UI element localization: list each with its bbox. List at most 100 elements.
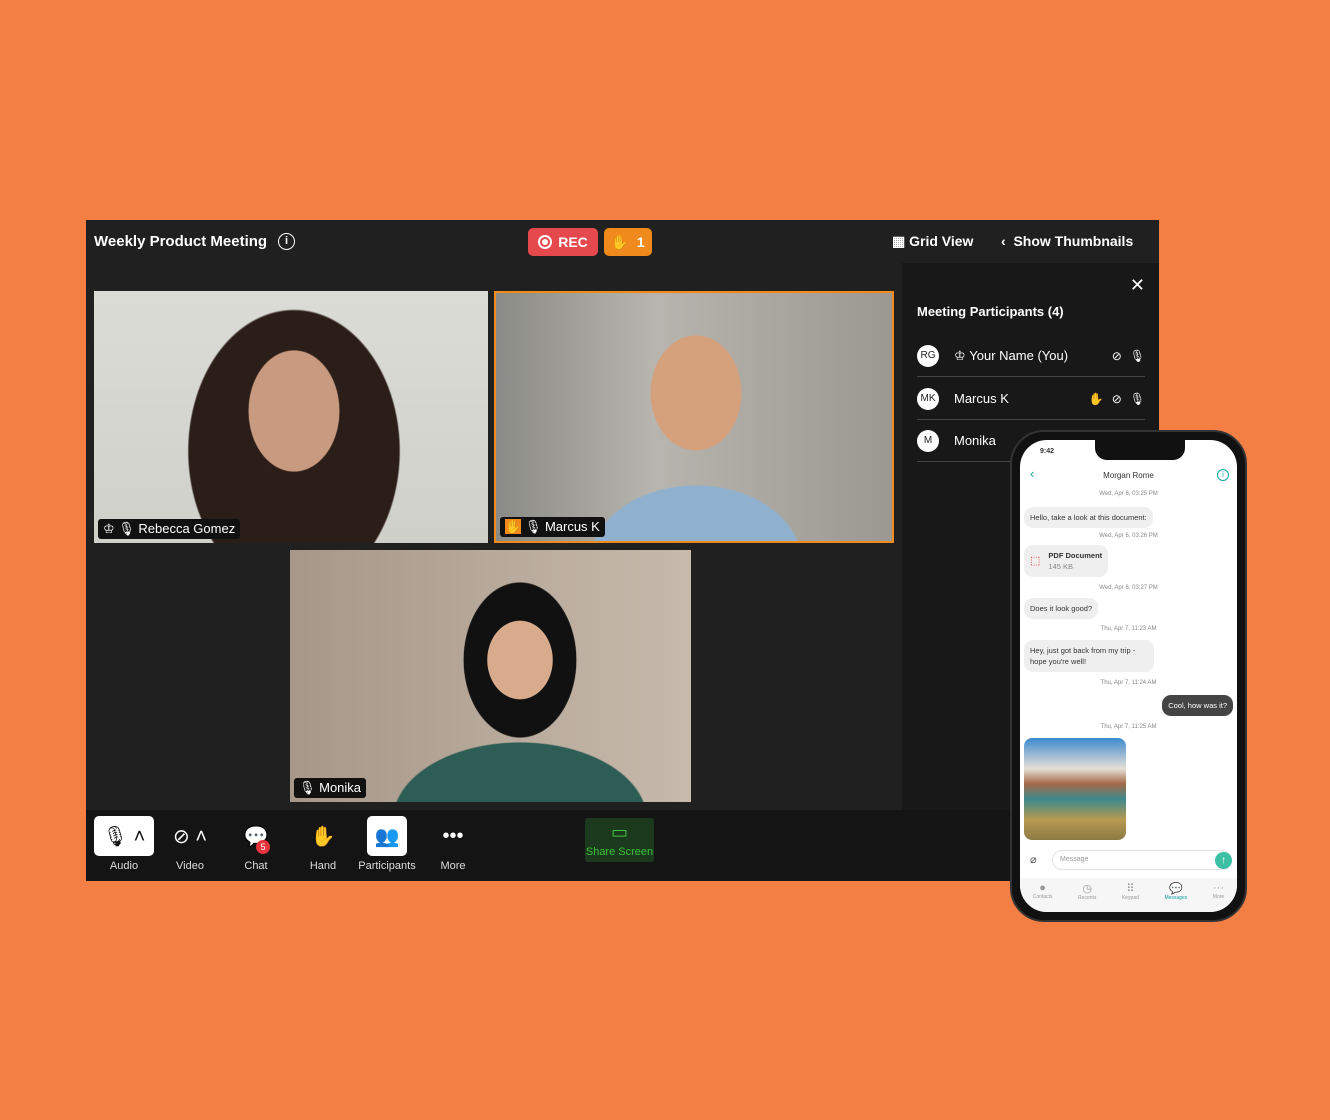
tab-more[interactable]: ··· More: [1213, 882, 1224, 912]
message-placeholder: Message: [1060, 856, 1089, 863]
grid-view-button[interactable]: ▦ Grid View: [892, 233, 973, 250]
chat-button[interactable]: 💬 5 Chat: [236, 816, 276, 872]
participant-row[interactable]: MK Marcus K ✋ ⊘ 🎙: [917, 378, 1145, 420]
tab-label: Recents: [1078, 895, 1097, 901]
panel-title: Meeting Participants (4): [917, 304, 1064, 319]
participant-name: Your Name (You): [969, 348, 1069, 363]
video-button[interactable]: ⊘ ˄ Video: [162, 816, 218, 873]
avatar: RG: [917, 344, 939, 367]
chat-badge: 5: [256, 840, 270, 854]
phone-screen: 9:42 ‹ Morgan Rome i Wed, Apr 6, 03:25 P…: [1020, 440, 1237, 912]
show-thumbnails-button[interactable]: ‹ Show Thumbnails: [1001, 233, 1133, 249]
video-tile-monika[interactable]: 🎙 Monika: [290, 550, 691, 802]
close-icon[interactable]: ✕: [1130, 275, 1145, 296]
more-icon: •••: [442, 824, 464, 847]
file-size: 145 KB: [1048, 562, 1074, 571]
pdf-icon: ⬚: [1030, 554, 1041, 567]
tab-recents[interactable]: ◷ Recents: [1078, 882, 1096, 912]
share-label: Share Screen: [585, 846, 654, 858]
tab-label: Contacts: [1032, 894, 1053, 900]
video-off-icon: ⊘: [1111, 391, 1122, 406]
tile-label: ♔ 🎙 Rebecca Gomez: [98, 519, 241, 539]
contact-name: Morgan Rome: [1103, 471, 1154, 480]
tab-label: More: [1212, 894, 1225, 900]
tile-name: Rebecca Gomez: [138, 521, 236, 536]
show-thumbnails-label: Show Thumbnails: [1013, 233, 1134, 249]
attach-icon[interactable]: ⌀: [1030, 853, 1037, 866]
video-label: Video: [176, 860, 204, 872]
file-attachment[interactable]: ⬚ PDF Document 145 KB: [1024, 545, 1109, 577]
hand-icon: ✋: [611, 233, 629, 250]
send-icon[interactable]: ↑: [1215, 852, 1232, 869]
phone-notch: [1095, 440, 1185, 460]
messages-icon: 💬: [1169, 883, 1183, 895]
participants-icon: 👥: [367, 816, 407, 856]
golden-gate-photo[interactable]: [1024, 738, 1126, 840]
participant-name: Marcus K: [954, 391, 1009, 406]
contacts-icon: ●: [1039, 882, 1046, 894]
chat-label: Chat: [244, 860, 268, 872]
phone-tab-bar: ● Contacts ◷ Recents ⠿ Keypad 💬 Messages ···…: [1020, 878, 1237, 912]
meeting-header: Weekly Product Meeting i REC ✋ 1 ▦ Grid V…: [86, 220, 1159, 263]
microphone-icon: 🎙 ˄: [94, 816, 154, 856]
mic-off-icon: 🎙: [524, 519, 545, 534]
message-bubble: Hello, take a look at this document:: [1024, 507, 1153, 528]
tile-label: 🎙 Monika: [294, 778, 367, 798]
raised-count: 1: [636, 234, 645, 250]
meeting-toolbar: 🎙 ˄ Audio ⊘ ˄ Video 💬 5 Chat ✋ Hand 👥 Particip…: [86, 810, 1159, 881]
more-icon: ···: [1213, 882, 1224, 894]
timestamp: Thu, Apr 7, 11:24 AM: [1100, 680, 1157, 686]
crown-icon: ♔: [954, 347, 970, 363]
participant-name: Monika: [954, 433, 996, 448]
participants-label: Participants: [358, 860, 416, 872]
message-bubble: Hey, just got back from my trip - hope y…: [1024, 640, 1154, 672]
mic-off-icon: 🎙: [1129, 391, 1145, 406]
info-icon[interactable]: i: [1217, 469, 1229, 481]
timestamp: Wed, Apr 6, 03:26 PM: [1099, 533, 1158, 539]
participant-row[interactable]: RG ♔ Your Name (You) ⊘ 🎙: [917, 335, 1145, 377]
hand-icon: ✋: [505, 519, 522, 534]
timestamp: Wed, Apr 6, 03:27 PM: [1099, 585, 1158, 591]
share-screen-button[interactable]: ▭ Share Screen: [585, 818, 654, 862]
chevron-left-icon: ‹: [1001, 233, 1014, 249]
video-tile-rebecca[interactable]: ♔ 🎙 Rebecca Gomez: [94, 291, 488, 543]
tab-keypad[interactable]: ⠿ Keypad: [1122, 882, 1139, 912]
audio-button[interactable]: 🎙 ˄ Audio: [94, 816, 154, 872]
more-button[interactable]: ••• More: [436, 816, 470, 873]
timestamp: Wed, Apr 6, 03:25 PM: [1099, 491, 1158, 497]
avatar: M: [917, 429, 939, 452]
tab-label: Messages: [1164, 895, 1188, 901]
tab-messages[interactable]: 💬 Messages: [1164, 882, 1187, 912]
clock-icon: ◷: [1082, 883, 1093, 895]
message-input[interactable]: Message: [1052, 850, 1232, 870]
tab-contacts[interactable]: ● Contacts: [1033, 882, 1053, 912]
message-bubble-sent: Cool, how was it?: [1162, 695, 1233, 716]
hand-icon: ✋: [1088, 391, 1104, 406]
timestamp: Thu, Apr 7, 11:23 AM: [1100, 626, 1157, 632]
monitor-icon: ▭: [610, 822, 628, 842]
audio-label: Audio: [109, 860, 139, 872]
video-off-icon: ⊘: [1111, 348, 1122, 363]
raised-hands-badge[interactable]: ✋ 1: [604, 228, 652, 256]
hand-button[interactable]: ✋ Hand: [302, 816, 344, 873]
timestamp: Thu, Apr 7, 11:25 AM: [1100, 724, 1157, 730]
video-tile-marcus[interactable]: ✋ 🎙 Marcus K: [494, 291, 894, 543]
crown-icon: ♔ 🎙: [103, 521, 139, 536]
file-name: PDF Document: [1048, 551, 1103, 560]
participants-button[interactable]: 👥 Participants: [356, 816, 418, 872]
tile-name: Monika: [319, 780, 362, 795]
record-icon: [538, 235, 553, 249]
hand-label: Hand: [309, 860, 337, 872]
status-time: 9:42: [1040, 448, 1055, 455]
mic-off-icon: 🎙: [299, 780, 320, 795]
grid-view-label: Grid View: [909, 233, 974, 249]
video-off-icon: ⊘ ˄: [173, 825, 207, 848]
recording-badge[interactable]: REC: [528, 228, 598, 256]
more-label: More: [440, 860, 466, 872]
meeting-window: Weekly Product Meeting i REC ✋ 1 ▦ Grid V…: [86, 220, 1159, 881]
phone-mockup: 9:42 ‹ Morgan Rome i Wed, Apr 6, 03:25 P…: [1010, 430, 1247, 922]
info-icon[interactable]: i: [278, 233, 295, 250]
message-bubble: Does it look good?: [1024, 598, 1099, 619]
mic-off-icon: 🎙: [1129, 348, 1145, 363]
meeting-title: Weekly Product Meeting: [94, 233, 268, 250]
